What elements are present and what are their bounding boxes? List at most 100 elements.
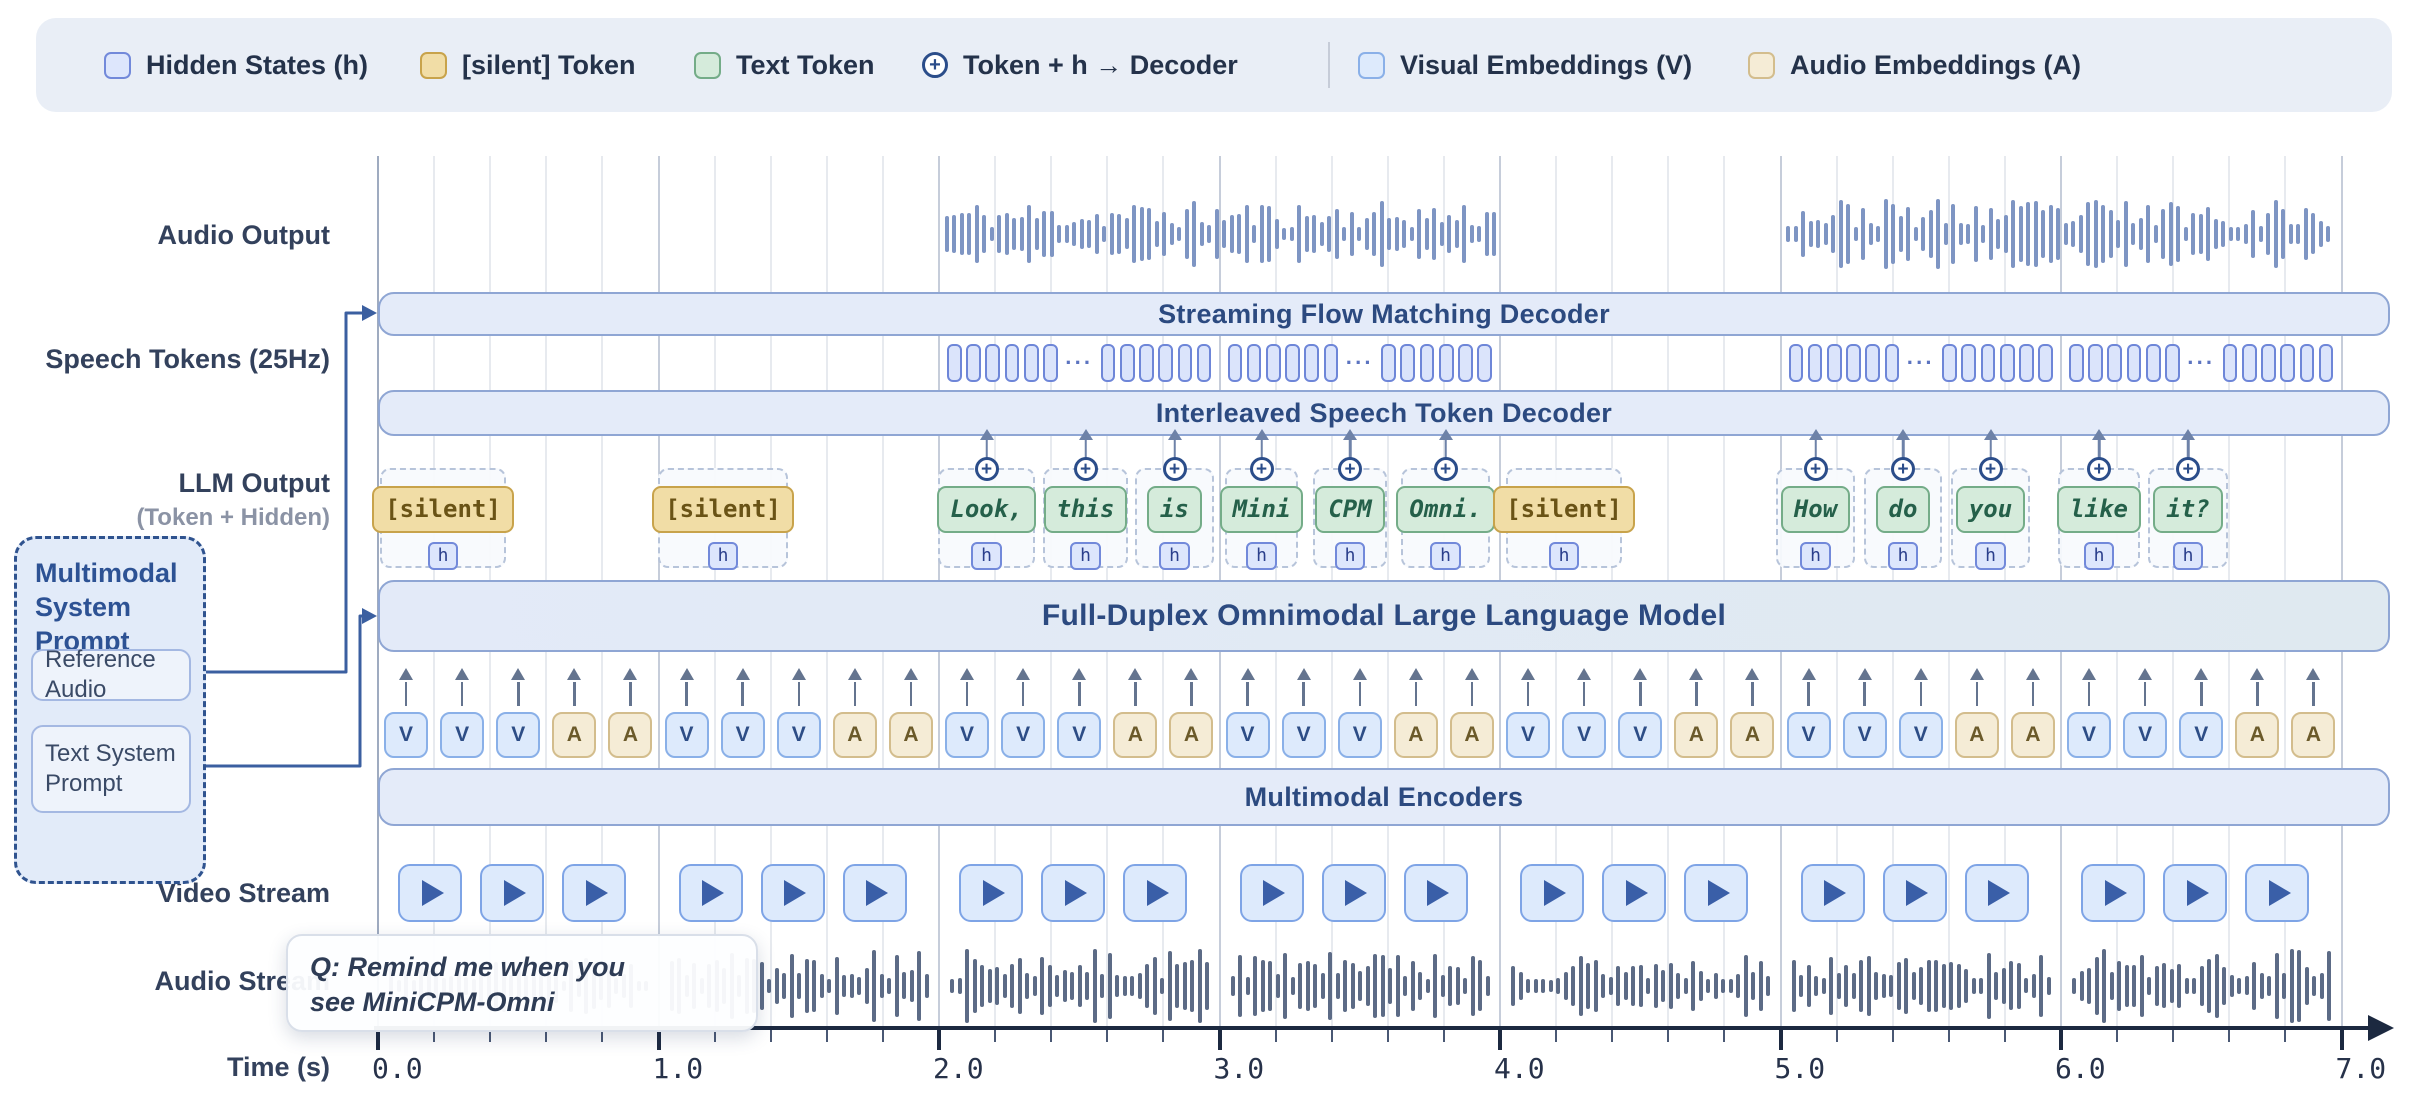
audio-stream-waveform-bar [1403, 976, 1407, 996]
audio-output-waveform-bar [1185, 209, 1189, 260]
token-to-decoder-arrowhead-icon [1439, 429, 1453, 440]
audio-output-waveform-bar [1170, 223, 1174, 245]
visual-embedding-box: V [496, 712, 540, 758]
audio-output-waveform-bar [2274, 200, 2278, 267]
audio-output-waveform-bar [2184, 227, 2188, 240]
audio-stream-waveform-bar [2192, 978, 2196, 995]
audio-stream-waveform-bar [1343, 960, 1347, 1013]
visual-embedding-box: V [2067, 712, 2111, 758]
audio-stream-waveform-bar [1837, 973, 1841, 999]
audio-stream-waveform-bar [820, 974, 824, 998]
audio-stream-waveform-bar [1175, 964, 1179, 1007]
audio-embedding-box: A [1730, 712, 1774, 758]
audio-stream-waveform-bar [1972, 978, 1976, 994]
audio-output-waveform-bar [1177, 227, 1181, 241]
embedding-arrowhead-icon [960, 668, 974, 680]
time-tick-minor [1050, 1030, 1052, 1042]
audio-stream-waveform-bar [850, 974, 854, 999]
audio-output-waveform-bar [1462, 205, 1466, 262]
audio-stream-waveform-bar [1138, 973, 1142, 1000]
visual-embedding-box: V [1787, 712, 1831, 758]
diagram-canvas: Hidden States (h)[silent] TokenText Toke… [0, 0, 2430, 1114]
audio-stream-waveform-bar [1426, 979, 1430, 993]
audio-output-waveform-bar [1297, 205, 1301, 262]
audio-output-waveform-bar [1846, 204, 1850, 263]
legend-divider [1328, 42, 1330, 88]
token-to-decoder-arrowhead-icon [1984, 429, 1998, 440]
audio-output-waveform-bar [1989, 208, 1993, 260]
audio-stream-waveform-bar [1912, 972, 1916, 999]
speech-token [2261, 344, 2276, 382]
audio-output-waveform-bar [2146, 205, 2150, 263]
embedding-arrow [2144, 682, 2147, 706]
time-tick-minor [1892, 1030, 1894, 1042]
speech-token [2223, 344, 2238, 382]
audio-output-waveform-bar [1944, 223, 1948, 245]
audio-output-waveform-bar [1861, 208, 1865, 259]
text-token: do [1876, 486, 1931, 533]
speech-token [1101, 344, 1116, 382]
audio-output-waveform-bar [1794, 226, 1798, 241]
audio-stream-waveform-bar [958, 978, 962, 994]
text-token: CPM [1315, 486, 1384, 533]
audio-stream-waveform-bar [965, 949, 969, 1023]
audio-stream-waveform-bar [2305, 967, 2309, 1005]
audio-stream-waveform-bar [2110, 972, 2114, 1001]
audio-output-waveform-bar [1065, 225, 1069, 244]
audio-stream-waveform-bar [1934, 960, 1938, 1011]
embedding-arrow [1302, 682, 1305, 706]
visual-embeddings-swatch [1358, 52, 1385, 79]
speech-token [1381, 344, 1396, 382]
audio-output-waveform-bar [1020, 217, 1024, 252]
multimodal-system-prompt-box: Multimodal System Prompt Reference Audio… [14, 536, 206, 884]
audio-stream-waveform-bar [2200, 966, 2204, 1006]
silent-token: [silent] [372, 486, 514, 533]
audio-stream-waveform-bar [1792, 960, 1796, 1012]
token-plus-icon: + [1804, 457, 1828, 481]
audio-stream-waveform-bar [842, 975, 846, 996]
audio-stream-waveform-bar [1964, 969, 1968, 1003]
audio-stream-waveform-bar [1661, 970, 1665, 1002]
audio-stream-waveform-bar [925, 974, 929, 999]
play-icon [1988, 880, 2010, 906]
embedding-arrowhead-icon [1914, 668, 1928, 680]
plus-decoder-icon: + [922, 52, 948, 78]
audio-output-waveform-bar [1425, 218, 1429, 249]
play-icon [1906, 880, 1928, 906]
audio-stream-waveform-bar [1994, 972, 1998, 1001]
audio-stream-waveform-bar [910, 970, 914, 1002]
audio-output-waveform-bar [1831, 215, 1835, 254]
audio-stream-waveform-bar [2080, 971, 2084, 1000]
audio-stream-waveform-bar [980, 965, 984, 1006]
multimodal-system-prompt-title: Multimodal System Prompt [35, 557, 197, 658]
audio-stream-waveform-bar [1729, 979, 1733, 993]
audio-stream-waveform-bar [880, 974, 884, 997]
audio-output-waveform-bar [2169, 202, 2173, 266]
audio-stream-waveform-bar [1108, 953, 1112, 1020]
video-frame-chip [1602, 864, 1666, 922]
play-icon [983, 880, 1005, 906]
embedding-arrow [405, 682, 408, 706]
audio-embedding-box: A [1113, 712, 1157, 758]
llm-output-cell: +likeh [2058, 468, 2140, 568]
time-tick-major [937, 1030, 941, 1050]
interleaved-speech-token-decoder-bar: Interleaved Speech Token Decoder [378, 390, 2390, 436]
hidden-state-box: h [2084, 542, 2115, 571]
play-icon [1065, 880, 1087, 906]
audio-output-waveform-bar [1387, 218, 1391, 250]
legend-label-audio: Audio Embeddings (A) [1790, 50, 2081, 81]
audio-output-waveform-bar [1245, 205, 1249, 262]
video-frame-chip [2163, 864, 2227, 922]
audio-stream-waveform-bar [1253, 956, 1257, 1015]
speech-token [1846, 344, 1861, 382]
audio-output-waveform-bar [997, 215, 1001, 252]
audio-output-waveform-bar [1207, 225, 1211, 242]
hidden-state-box: h [1800, 542, 1831, 571]
hidden-state-box: h [1430, 542, 1461, 571]
visual-embedding-box: V [2179, 712, 2223, 758]
time-tick-minor [826, 1030, 828, 1042]
speech-token [1420, 344, 1435, 382]
embedding-arrowhead-icon [1970, 668, 1984, 680]
embedding-arrow [910, 682, 913, 706]
audio-output-waveform-bar [1966, 224, 1970, 244]
